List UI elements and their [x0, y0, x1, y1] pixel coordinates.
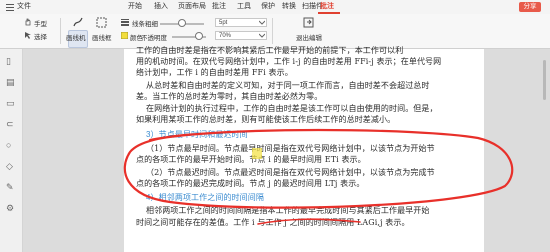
annotation-overlay	[123, 128, 514, 225]
scrollbar-thumb[interactable]	[543, 60, 546, 100]
yellow-highlight	[252, 148, 262, 159]
red-ink-circle	[123, 128, 514, 209]
red-ink-swash	[257, 218, 361, 225]
